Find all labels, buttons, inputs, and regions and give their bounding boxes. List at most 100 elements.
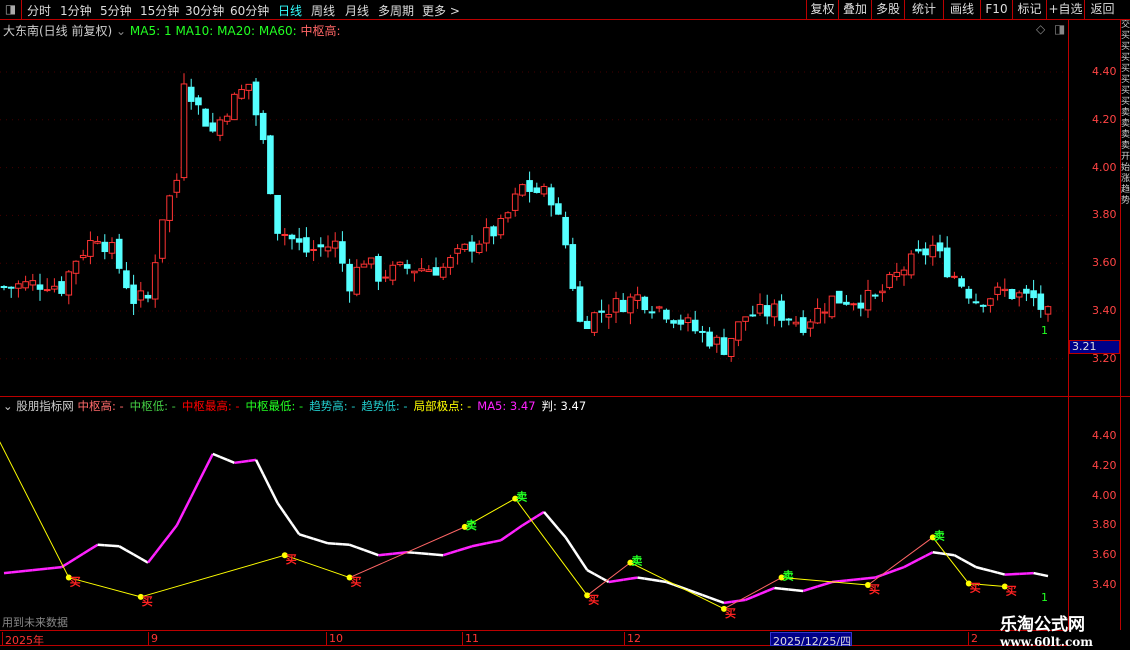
toolbar-button-0[interactable]: 复权 (806, 0, 838, 20)
zigzag-line (630, 562, 725, 610)
candle-body (353, 266, 361, 295)
ma-line-segment (659, 579, 667, 584)
indicator-value: - (115, 399, 124, 413)
toolbar-button-5[interactable]: F10 (980, 0, 1012, 20)
candle-body (987, 298, 994, 306)
candle-body (346, 263, 353, 292)
ma-line-segment (471, 543, 480, 548)
ma-line-segment (276, 502, 286, 515)
period-tab-8[interactable]: 月线 (345, 2, 369, 19)
ma-line-segment (486, 540, 494, 545)
candle-body (785, 318, 793, 321)
ma-line-segment (571, 547, 582, 560)
zigzag-line (0, 441, 70, 578)
candle-body (864, 289, 872, 311)
period-tab-4[interactable]: 30分钟 (185, 2, 224, 19)
ma-line-segment (817, 583, 826, 588)
candle-body (663, 309, 670, 320)
candle-body (317, 244, 325, 248)
period-tab-5[interactable]: 60分钟 (230, 2, 269, 19)
period-tab-1[interactable]: 1分钟 (60, 2, 92, 19)
candle-body (274, 194, 281, 234)
panel-toggle-icon[interactable]: ◨ (1054, 22, 1065, 36)
period-tab-3[interactable]: 15分钟 (140, 2, 179, 19)
sell-signal-label: 卖 (466, 518, 477, 532)
indicator-chart[interactable]: 买买买买卖卖买卖买卖买卖买 买1 (0, 413, 1068, 630)
candle-body (771, 303, 778, 318)
candle-body (79, 254, 87, 259)
candle-body (886, 274, 893, 288)
candle-body (72, 260, 80, 274)
period-tab-6[interactable]: 日线 (278, 2, 302, 19)
candle-body (425, 269, 433, 272)
ma-line-segment (637, 576, 645, 580)
ma-line-segment (507, 529, 516, 537)
layout-toggle-icon[interactable]: ◨ (0, 0, 22, 20)
ma-line-segment (428, 552, 437, 556)
ma-line-segment (442, 551, 451, 557)
ma-line-segment (788, 588, 797, 592)
ma-line-segment (298, 533, 307, 538)
candle-body (871, 294, 879, 297)
period-tab-0[interactable]: 分时 (27, 2, 51, 19)
period-tab-2[interactable]: 5分钟 (100, 2, 132, 19)
candle-body (137, 290, 145, 301)
indicator-item: 中枢低: - (130, 399, 176, 413)
toolbar-button-8[interactable]: 返回 (1084, 0, 1120, 20)
period-tab-7[interactable]: 周线 (311, 2, 335, 19)
toolbar-button-3[interactable]: 统计 (904, 0, 943, 20)
dropdown-icon[interactable]: ⌄ (116, 24, 126, 38)
candle-body (1015, 292, 1023, 298)
candle-body (144, 294, 152, 299)
ma-line-segment (11, 570, 19, 574)
date-axis: 2025年 9 10 11 12 2025/12/25/四 2 (0, 630, 1068, 648)
ma-line-segment (219, 455, 228, 461)
candle-body (65, 271, 73, 296)
buy-signal-label: 买 (588, 593, 599, 606)
zigzag-line (867, 536, 934, 586)
toolbar-button-6[interactable]: 标记 (1012, 0, 1046, 20)
sell-signal-label: 卖 (783, 569, 794, 583)
candle-body (605, 313, 613, 318)
diamond-icon[interactable]: ◇ (1036, 22, 1045, 36)
candle-body (15, 283, 22, 289)
indicator-item: 中枢最高: - (182, 399, 240, 413)
ma-line-segment (810, 585, 818, 590)
ma-line-segment (860, 577, 869, 581)
ma-line-segment (896, 565, 905, 571)
ma-line-segment (623, 577, 631, 582)
indicator-value: 3.47 (506, 399, 536, 413)
candlestick-chart[interactable]: 1 (0, 38, 1068, 395)
ma-line-segment (320, 539, 329, 545)
ma-line-segment (254, 459, 265, 475)
sell-signal-label: 卖 (516, 490, 527, 504)
indicator-name: 股朋指标网 (16, 399, 78, 413)
indicator-item: 趋势高: - (309, 399, 355, 413)
period-tab-9[interactable]: 多周期 (378, 2, 414, 19)
ma-line-segment (752, 592, 761, 599)
side-tab-strip[interactable]: 交买买买买买买买卖卖卖卖开始涨趋势 (1121, 20, 1130, 400)
candle-body (216, 119, 224, 136)
candle-body (504, 212, 512, 219)
toolbar-button-2[interactable]: 多股 (871, 0, 904, 20)
candle-body (324, 246, 332, 252)
toolbar-button-7[interactable]: +自选 (1046, 0, 1084, 20)
candle-body (670, 320, 677, 324)
candle-body (526, 180, 533, 192)
ma-line-segment (450, 549, 458, 555)
candle-body (267, 135, 274, 195)
dropdown-icon[interactable]: ⌄ (3, 399, 16, 413)
ma-line-segment (54, 565, 62, 570)
ma-line-segment (608, 579, 617, 584)
ma-line-segment (932, 550, 941, 555)
sell-signal-label: 卖 (631, 554, 642, 568)
candle-body (36, 284, 44, 290)
candle-body (1008, 289, 1016, 299)
candle-body (252, 81, 260, 116)
period-tab-10[interactable]: 更多 > (422, 2, 460, 19)
candle-body (1001, 288, 1009, 292)
candle-body (929, 244, 937, 258)
toolbar-button-1[interactable]: 叠加 (838, 0, 871, 20)
toolbar-button-4[interactable]: 画线 (943, 0, 980, 20)
ma60-label: MA60: (258, 24, 297, 38)
